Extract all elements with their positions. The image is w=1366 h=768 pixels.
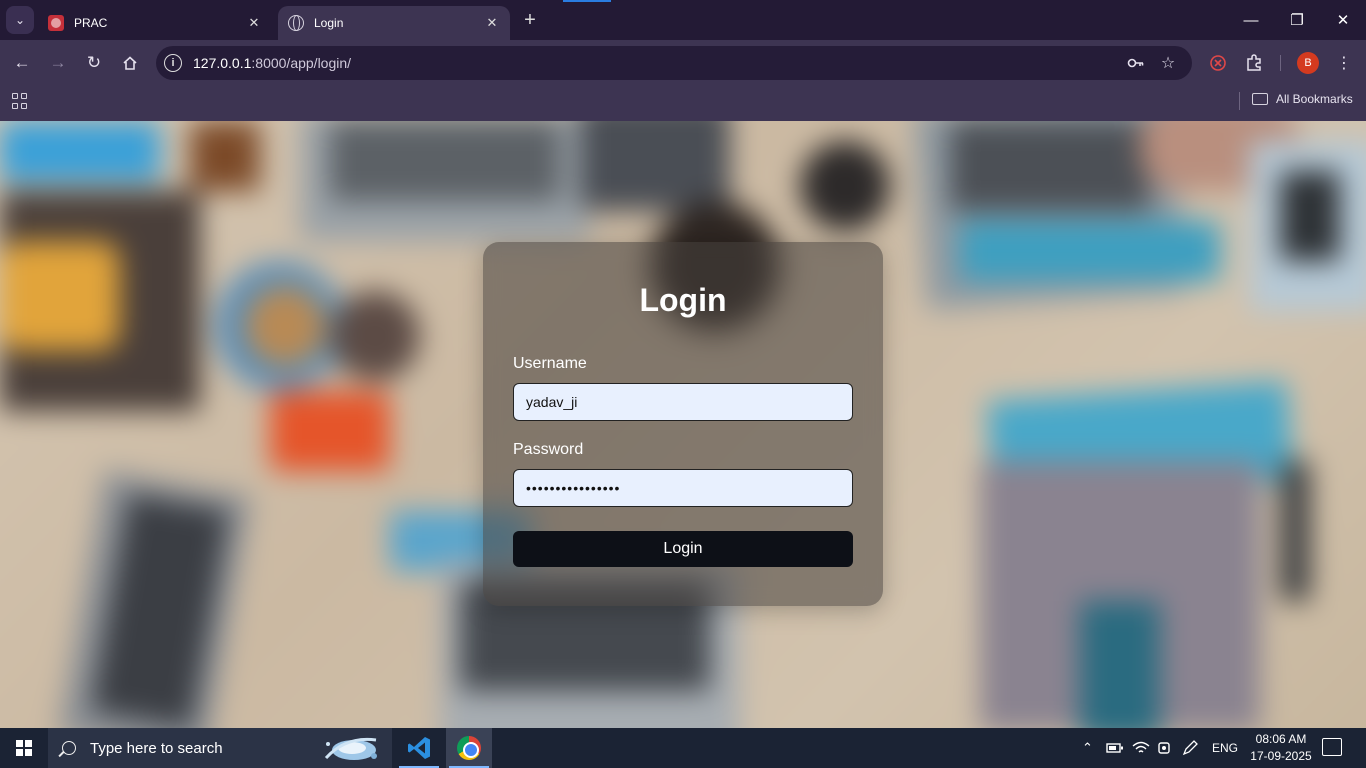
home-icon	[123, 56, 137, 70]
url-host: 127.0.0.1	[193, 55, 252, 71]
pen-icon[interactable]	[1182, 728, 1198, 768]
tab-prac[interactable]: PRAC ✕	[38, 6, 272, 40]
site-info-icon[interactable]: i	[164, 54, 182, 72]
globe-icon	[288, 15, 304, 31]
bookmarks-bar: All Bookmarks	[0, 86, 1366, 121]
arrow-right-icon: →	[49, 53, 67, 72]
close-tab-icon[interactable]: ✕	[246, 15, 262, 31]
reload-button[interactable]: ↻	[80, 49, 108, 77]
minimize-button[interactable]: —	[1228, 0, 1274, 40]
clock-date: 17-09-2025	[1250, 749, 1312, 763]
start-button[interactable]	[0, 728, 48, 768]
windows-taskbar: Type here to search ⌃ ENG 08:06 AM 17-09…	[0, 728, 1366, 768]
chevron-up-icon: ⌃	[1082, 740, 1093, 755]
login-title: Login	[639, 282, 727, 318]
restore-button[interactable]: ❐	[1274, 0, 1320, 40]
vscode-icon	[408, 737, 430, 759]
tab-login[interactable]: Login ✕	[278, 6, 510, 40]
search-icon	[62, 741, 76, 755]
url-path: :8000/app/login/	[251, 55, 352, 71]
notification-center-icon[interactable]	[1322, 738, 1342, 756]
windows-logo-icon	[16, 740, 32, 756]
extension-blocked-icon[interactable]	[1208, 53, 1228, 73]
all-bookmarks-label: All Bookmarks	[1276, 92, 1353, 106]
search-highlight-art-icon	[324, 737, 377, 760]
battery-icon[interactable]	[1106, 728, 1124, 768]
tab-title: Login	[314, 16, 344, 30]
browser-toolbar: ← → ↻ i 127.0.0.1:8000/app/login/ ☆ B ⋮	[0, 40, 1366, 86]
password-key-icon[interactable]	[1126, 53, 1146, 73]
profile-avatar[interactable]: B	[1297, 52, 1319, 74]
device-icon[interactable]	[1156, 728, 1172, 768]
profile-initial: B	[1304, 57, 1312, 69]
back-button[interactable]: ←	[8, 49, 36, 77]
clock-time: 08:06 AM	[1255, 732, 1307, 746]
url-text[interactable]: 127.0.0.1:8000/app/login/	[193, 55, 351, 71]
taskbar-clock[interactable]: 08:06 AM 17-09-2025	[1245, 731, 1317, 765]
browser-tab-strip: ⌄ PRAC ✕ Login ✕ + — ❐ ✕	[0, 0, 1366, 40]
apps-grid-icon[interactable]	[12, 93, 28, 109]
home-button[interactable]	[116, 49, 144, 77]
login-button[interactable]: Login	[513, 531, 853, 567]
folder-icon	[1252, 93, 1268, 105]
page-viewport: Login Username Password Login	[0, 121, 1366, 728]
reload-icon: ↻	[86, 53, 102, 72]
taskbar-vscode[interactable]	[396, 728, 442, 768]
chrome-icon	[457, 736, 481, 760]
tab-search-button[interactable]: ⌄	[6, 6, 34, 34]
extensions-puzzle-icon[interactable]	[1244, 53, 1264, 73]
wifi-icon[interactable]	[1132, 728, 1150, 768]
bookmarks-divider	[1239, 92, 1240, 110]
address-bar[interactable]: i 127.0.0.1:8000/app/login/ ☆	[156, 46, 1192, 80]
taskbar-chrome[interactable]	[446, 728, 492, 768]
all-bookmarks-button[interactable]: All Bookmarks	[1252, 92, 1353, 106]
toolbar-separator	[1280, 55, 1281, 71]
login-card: Login Username Password Login	[483, 242, 883, 606]
language-indicator[interactable]: ENG	[1212, 728, 1238, 768]
chevron-down-icon: ⌄	[14, 13, 26, 27]
username-label: Username	[513, 355, 587, 372]
forward-button[interactable]: →	[44, 49, 72, 77]
search-placeholder: Type here to search	[90, 739, 223, 757]
password-label: Password	[513, 441, 584, 458]
username-input[interactable]	[513, 383, 853, 421]
prac-favicon-icon	[48, 15, 64, 31]
taskbar-search-box[interactable]: Type here to search	[48, 728, 392, 768]
password-input[interactable]	[513, 469, 853, 507]
close-window-button[interactable]: ✕	[1320, 0, 1366, 40]
tab-title: PRAC	[74, 16, 108, 30]
bookmark-star-icon[interactable]: ☆	[1158, 53, 1178, 73]
close-tab-icon[interactable]: ✕	[484, 15, 500, 31]
arrow-left-icon: ←	[13, 53, 31, 72]
show-hidden-icons-button[interactable]: ⌃	[1082, 728, 1093, 768]
tab-drag-indicator	[563, 0, 611, 2]
new-tab-button[interactable]: +	[520, 10, 540, 30]
menu-kebab-icon[interactable]: ⋮	[1334, 53, 1354, 73]
